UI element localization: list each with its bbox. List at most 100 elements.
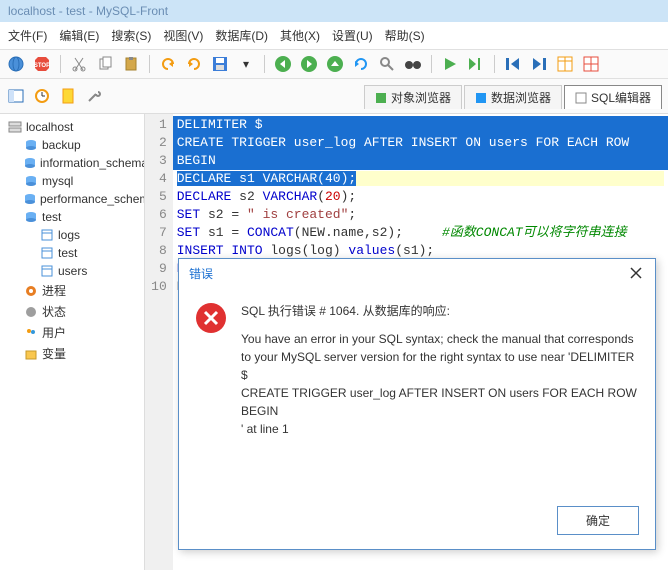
menu-database[interactable]: 数据库(D) bbox=[211, 25, 272, 46]
tab-label: 数据浏览器 bbox=[491, 89, 551, 106]
menu-help[interactable]: 帮助(S) bbox=[381, 25, 429, 46]
tree-label: 状态 bbox=[42, 303, 66, 320]
tab-sql-editor[interactable]: SQL编辑器 bbox=[564, 85, 662, 109]
code-line: BEGIN bbox=[173, 152, 668, 170]
separator bbox=[149, 55, 150, 73]
table-icon bbox=[40, 264, 54, 278]
separator bbox=[431, 55, 432, 73]
dialog-title-text: 错误 bbox=[189, 265, 213, 282]
separator bbox=[60, 55, 61, 73]
tree-root[interactable]: localhost bbox=[0, 118, 144, 136]
title-text: localhost - test - MySQL-Front bbox=[8, 4, 168, 18]
back-icon[interactable] bbox=[273, 54, 293, 74]
database-icon bbox=[24, 156, 36, 170]
close-icon[interactable] bbox=[629, 266, 645, 282]
tab-object-browser[interactable]: 对象浏览器 bbox=[364, 85, 462, 109]
ok-button[interactable]: 确定 bbox=[557, 506, 639, 535]
dialog-body: SQL 执行错误 # 1064. 从数据库的响应: You have an er… bbox=[179, 288, 655, 496]
menu-search[interactable]: 搜索(S) bbox=[107, 25, 155, 46]
tree-db-active[interactable]: test bbox=[0, 208, 144, 226]
undo-icon[interactable] bbox=[158, 54, 178, 74]
window-title: localhost - test - MySQL-Front bbox=[0, 0, 668, 22]
redo-icon[interactable] bbox=[184, 54, 204, 74]
tree-panel: localhost backup information_schema mysq… bbox=[0, 114, 145, 570]
dialog-message: SQL 执行错误 # 1064. 从数据库的响应: You have an er… bbox=[241, 302, 639, 486]
tree-db[interactable]: information_schema bbox=[0, 154, 144, 172]
tree-table[interactable]: users bbox=[0, 262, 144, 280]
code-line: DECLARE s2 VARCHAR(20); bbox=[173, 188, 668, 206]
tree-label: 用户 bbox=[42, 324, 66, 341]
tree-table[interactable]: logs bbox=[0, 226, 144, 244]
database-icon bbox=[24, 210, 38, 224]
menu-other[interactable]: 其他(X) bbox=[276, 25, 324, 46]
tree-label: performance_schema bbox=[40, 192, 145, 206]
explore-icon[interactable] bbox=[377, 54, 397, 74]
error-icon bbox=[195, 302, 227, 334]
database-icon bbox=[24, 174, 38, 188]
dialog-detail: You have an error in your SQL syntax; ch… bbox=[241, 330, 639, 438]
tree-db[interactable]: mysql bbox=[0, 172, 144, 190]
tree-label: backup bbox=[42, 138, 81, 152]
code-line: DELIMITER $ bbox=[173, 116, 668, 134]
menu-view[interactable]: 视图(V) bbox=[159, 25, 207, 46]
first-icon[interactable] bbox=[503, 54, 523, 74]
panel1-icon[interactable] bbox=[6, 86, 26, 106]
tree-label: information_schema bbox=[40, 156, 145, 170]
copy-icon[interactable] bbox=[95, 54, 115, 74]
tree-label: 进程 bbox=[42, 282, 66, 299]
grid2-icon[interactable] bbox=[581, 54, 601, 74]
code-line: DECLARE s1 VARCHAR(40); bbox=[173, 170, 668, 188]
refresh-icon[interactable] bbox=[351, 54, 371, 74]
menu-edit[interactable]: 编辑(E) bbox=[55, 25, 103, 46]
grid1-icon[interactable] bbox=[555, 54, 575, 74]
paste-icon[interactable] bbox=[121, 54, 141, 74]
error-dialog: 错误 SQL 执行错误 # 1064. 从数据库的响应: You have an… bbox=[178, 258, 656, 550]
history-icon[interactable] bbox=[32, 86, 52, 106]
bookmark-icon[interactable] bbox=[58, 86, 78, 106]
menu-file[interactable]: 文件(F) bbox=[4, 25, 51, 46]
run-step-icon[interactable] bbox=[466, 54, 486, 74]
binoculars-icon[interactable] bbox=[403, 54, 423, 74]
dialog-header: SQL 执行错误 # 1064. 从数据库的响应: bbox=[241, 302, 639, 320]
tree-db[interactable]: backup bbox=[0, 136, 144, 154]
tree-label: mysql bbox=[42, 174, 73, 188]
tree-processes[interactable]: 进程 bbox=[0, 280, 144, 301]
separator bbox=[494, 55, 495, 73]
code-line: CREATE TRIGGER user_log AFTER INSERT ON … bbox=[173, 134, 668, 152]
menubar: 文件(F) 编辑(E) 搜索(S) 视图(V) 数据库(D) 其他(X) 设置(… bbox=[0, 22, 668, 50]
code-line: SET s2 = " is created"; bbox=[173, 206, 668, 224]
tree-label: test bbox=[58, 246, 77, 260]
tree-variables[interactable]: 变量 bbox=[0, 343, 144, 364]
gear-icon bbox=[24, 284, 38, 298]
svg-text:STOP: STOP bbox=[34, 63, 50, 69]
save-icon[interactable] bbox=[210, 54, 230, 74]
editor-tabs: 对象浏览器 数据浏览器 SQL编辑器 bbox=[362, 83, 662, 109]
last-icon[interactable] bbox=[529, 54, 549, 74]
menu-settings[interactable]: 设置(U) bbox=[328, 25, 377, 46]
separator bbox=[264, 55, 265, 73]
database-icon bbox=[24, 192, 36, 206]
database-icon bbox=[24, 138, 38, 152]
save-dropdown-icon[interactable]: ▾ bbox=[236, 54, 256, 74]
up-icon[interactable] bbox=[325, 54, 345, 74]
forward-icon[interactable] bbox=[299, 54, 319, 74]
server-icon bbox=[8, 120, 22, 134]
dialog-titlebar: 错误 bbox=[179, 259, 655, 288]
world-icon[interactable] bbox=[6, 54, 26, 74]
tree-users[interactable]: 用户 bbox=[0, 322, 144, 343]
tree-status[interactable]: 状态 bbox=[0, 301, 144, 322]
line-gutter: 12345678910 bbox=[145, 114, 173, 570]
tree-label: test bbox=[42, 210, 61, 224]
tree-table[interactable]: test bbox=[0, 244, 144, 262]
tree-label: logs bbox=[58, 228, 80, 242]
table-icon bbox=[40, 246, 54, 260]
stop-icon[interactable]: STOP bbox=[32, 54, 52, 74]
tab-data-browser[interactable]: 数据浏览器 bbox=[464, 85, 562, 109]
tree-db[interactable]: performance_schema bbox=[0, 190, 144, 208]
tree-label: users bbox=[58, 264, 87, 278]
cut-icon[interactable] bbox=[69, 54, 89, 74]
tab-label: SQL编辑器 bbox=[591, 89, 651, 106]
tool-icon[interactable] bbox=[84, 86, 104, 106]
run-icon[interactable] bbox=[440, 54, 460, 74]
tree-label: 变量 bbox=[42, 345, 66, 362]
